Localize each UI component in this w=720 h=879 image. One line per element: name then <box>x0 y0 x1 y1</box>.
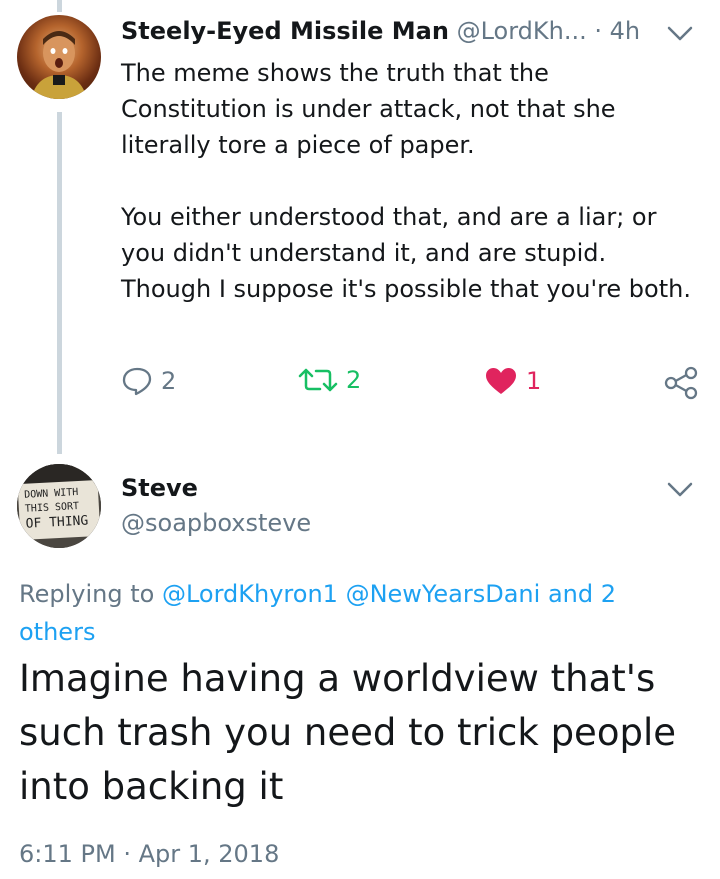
avatar-image: DOWN WITH THIS SORT OF THING <box>17 464 101 548</box>
avatar[interactable] <box>17 15 101 99</box>
tweet-paragraph: The meme shows the truth that the Consti… <box>121 59 616 159</box>
avatar[interactable]: DOWN WITH THIS SORT OF THING <box>17 464 101 548</box>
author-handle[interactable]: @LordKh... <box>457 17 587 45</box>
separator: · <box>594 17 603 45</box>
share-icon <box>664 366 698 400</box>
chevron-down-icon[interactable] <box>665 22 695 44</box>
chevron-down-icon[interactable] <box>665 478 695 500</box>
tweet-header: Steely-Eyed Missile Man @LordKh... · 4h <box>121 17 640 45</box>
tweet-paragraph: You either understood that, and are a li… <box>121 203 691 303</box>
replying-to: Replying to @LordKhyron1 @NewYearsDani a… <box>19 575 679 651</box>
replying-label: Replying to <box>19 580 155 608</box>
tweet-text: Imagine having a worldview that's such t… <box>19 657 676 808</box>
avatar-image <box>31 31 87 99</box>
heart-icon <box>486 368 516 394</box>
mention-link[interactable]: @LordKhyron1 <box>162 580 338 608</box>
tweet-time[interactable]: 4h <box>610 17 640 45</box>
author-name[interactable]: Steely-Eyed Missile Man <box>121 17 449 45</box>
reply-button[interactable]: 2 <box>121 366 176 396</box>
tweet-timestamp[interactable]: 6:11 PM · Apr 1, 2018 <box>19 840 279 868</box>
share-button[interactable] <box>663 366 699 400</box>
retweet-button[interactable]: 2 <box>298 366 361 394</box>
mention-link[interactable]: @NewYearsDani <box>346 580 541 608</box>
author-handle[interactable]: @soapboxsteve <box>121 509 311 537</box>
retweet-icon <box>298 368 338 392</box>
reply-count: 2 <box>161 367 177 395</box>
reply-icon <box>122 367 152 396</box>
author-name[interactable]: Steve <box>121 474 198 502</box>
tweet-text: The meme shows the truth that the Consti… <box>121 55 691 307</box>
like-button[interactable]: 1 <box>484 366 541 396</box>
retweet-count: 2 <box>346 366 362 394</box>
thread-line <box>57 112 62 454</box>
like-count: 1 <box>526 367 542 395</box>
thread-line-top <box>57 0 62 12</box>
